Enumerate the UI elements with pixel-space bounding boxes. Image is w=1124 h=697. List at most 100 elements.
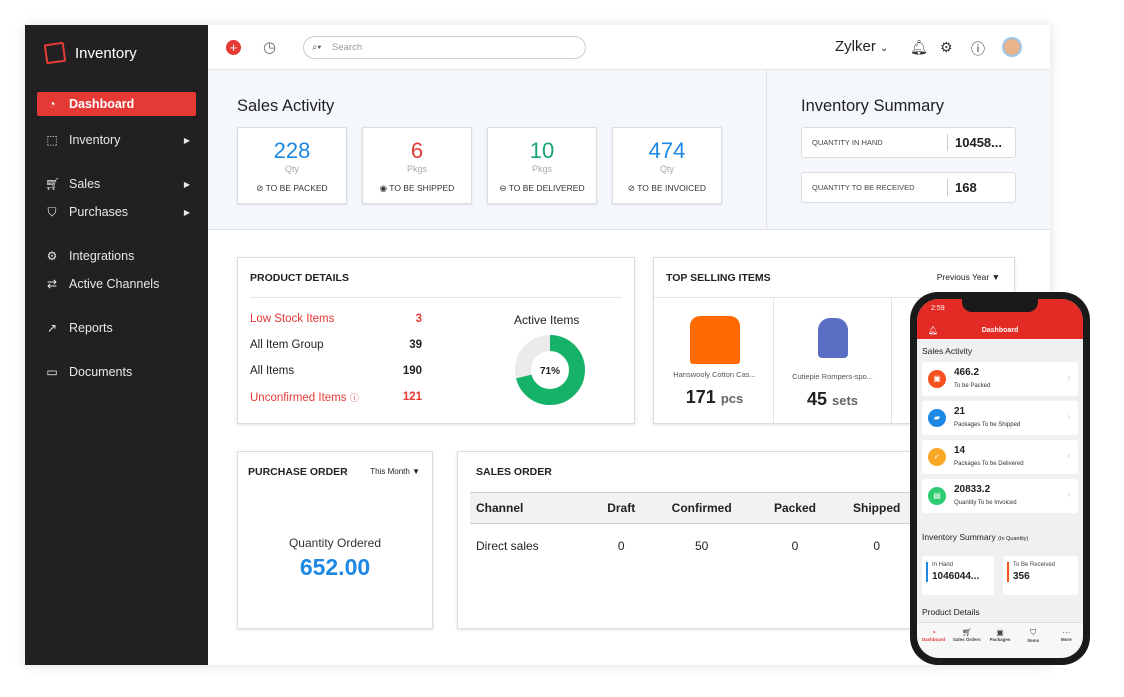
value: 168 xyxy=(947,179,977,196)
value: 14 xyxy=(954,445,966,456)
mobile-header: 2:59 🔔︎ Dashboard xyxy=(917,299,1083,339)
label: Low Stock Items xyxy=(250,313,335,325)
value: 20833.2 xyxy=(954,484,991,495)
app-name: Inventory xyxy=(75,44,137,62)
tab-label: More xyxy=(1061,637,1072,642)
column-header: Draft xyxy=(595,492,647,524)
sidebar-item-documents[interactable]: ▭ Documents xyxy=(37,360,196,384)
label: In Hand xyxy=(932,562,954,568)
sales-activity-title: Sales Activity xyxy=(237,97,335,115)
label: To be Packed xyxy=(954,383,991,389)
label: TO BE DELIVERED xyxy=(508,183,585,193)
package-icon: ▣ xyxy=(996,628,1004,637)
sidebar-item-reports[interactable]: ↗ Reports xyxy=(37,316,196,340)
tab-sales-orders[interactable]: 🛒︎ Sales Orders xyxy=(950,623,983,658)
mobile-card-packed[interactable]: ▣ 466.2 To be Packed › xyxy=(922,362,1078,396)
expand-arrow-icon: ▶ xyxy=(183,179,190,189)
cell: 0 xyxy=(617,538,625,553)
sidebar-item-dashboard[interactable]: ◔ Dashboard xyxy=(37,92,196,116)
notch xyxy=(962,299,1038,312)
gear-icon[interactable]: ⚙ xyxy=(940,39,953,56)
label: Active Channels xyxy=(69,277,160,291)
panel-title: SALES ORDER xyxy=(476,466,552,478)
label: To Be Received xyxy=(1013,562,1056,568)
chevron-down-icon: ⌄ xyxy=(880,43,889,54)
tab-label: Packages xyxy=(989,637,1011,642)
divider xyxy=(250,297,622,298)
tab-more[interactable]: ··· More xyxy=(1050,623,1083,658)
all-items-row[interactable]: All Items 190 xyxy=(250,365,422,377)
mobile-to-be-received: To Be Received 356 xyxy=(1003,556,1078,595)
sidebar: Inventory ◔ Dashboard ⬚ Inventory ▶ 🛒︎ Sales… xyxy=(25,25,208,665)
tab-dashboard[interactable]: ◔ Dashboard xyxy=(917,623,950,658)
top-item[interactable]: Hanswooly Cotton Cas... 171 pcs xyxy=(656,298,774,423)
summary-band: Sales Activity 228 Qty ⊘ TO BE PACKED 6 Pkg… xyxy=(208,70,1050,230)
cell: 0 xyxy=(873,538,881,553)
sidebar-item-active-channels[interactable]: ⇄ Active Channels xyxy=(37,272,196,296)
period-dropdown[interactable]: Previous Year ▼ xyxy=(937,272,1000,282)
search-input[interactable]: ⌕▾ Search xyxy=(303,36,586,59)
mobile-title: Dashboard xyxy=(981,327,1019,334)
item-group-row[interactable]: All Item Group 39 xyxy=(250,339,422,351)
table-row[interactable]: Direct sales 0 50 0 0 xyxy=(470,524,920,568)
history-icon[interactable]: ◷ xyxy=(263,38,276,56)
label: All Item Group xyxy=(250,339,324,351)
item-name: Cutiepie Rompers-spo... xyxy=(792,372,873,381)
invoice-icon: ⊘ xyxy=(627,183,638,193)
label: TO BE INVOICED xyxy=(637,183,707,193)
mobile-card-delivered[interactable]: ✓ 14 Packages To be Delivered › xyxy=(922,440,1078,474)
tab-items[interactable]: ⛉ Items xyxy=(1017,623,1050,658)
column-header: Shipped xyxy=(833,492,920,524)
org-switcher[interactable]: Zylker ⌄ xyxy=(835,38,888,55)
item-image xyxy=(689,316,740,364)
value: 356 xyxy=(1013,571,1030,582)
bell-icon[interactable]: 🔔︎ xyxy=(910,39,928,56)
item-unit: pcs xyxy=(720,391,744,406)
mobile-product-title: Product Details xyxy=(922,607,980,617)
sidebar-item-sales[interactable]: 🛒︎ Sales ▶ xyxy=(37,172,196,196)
label: All Items xyxy=(250,365,295,377)
chevron-right-icon: › xyxy=(1067,490,1070,499)
mobile-phone: 2:59 🔔︎ Dashboard Sales Activity ▣ 466.2 T… xyxy=(910,292,1090,665)
app-window: Inventory ◔ Dashboard ⬚ Inventory ▶ 🛒︎ Sales… xyxy=(25,25,1050,665)
value: 466.2 xyxy=(954,367,980,378)
card-to-be-invoiced[interactable]: 474 Qty ⊘ TO BE INVOICED xyxy=(612,127,722,204)
item-image xyxy=(817,318,848,358)
sales-order-panel: SALES ORDER Channel Draft Confirmed Packed S… xyxy=(457,451,937,629)
item-qty: 171 xyxy=(685,387,716,407)
low-stock-items-row[interactable]: Low Stock Items 3 xyxy=(250,313,422,325)
mobile-screen: 2:59 🔔︎ Dashboard Sales Activity ▣ 466.2 T… xyxy=(917,299,1083,658)
expand-arrow-icon: ▶ xyxy=(183,135,190,145)
sidebar-item-integrations[interactable]: ⚙ Integrations xyxy=(37,244,196,268)
unit: Pkgs xyxy=(531,164,552,174)
cell: Direct sales xyxy=(476,538,539,553)
cart-icon: 🛒︎ xyxy=(961,628,972,637)
unconfirmed-items-row[interactable]: Unconfirmed Items ⓘ 121 xyxy=(250,391,422,404)
value: 228 xyxy=(273,138,311,163)
avatar[interactable] xyxy=(1002,37,1022,57)
top-item[interactable]: Cutiepie Rompers-spo... 45 sets xyxy=(774,298,892,423)
card-to-be-shipped[interactable]: 6 Pkgs ◉ TO BE SHIPPED xyxy=(362,127,472,204)
value: 10458... xyxy=(947,134,1002,151)
add-new-button[interactable]: + xyxy=(226,40,241,55)
mobile-card-invoiced[interactable]: ▤ 20833.2 Quantity To be Invoiced › xyxy=(922,479,1078,513)
tab-packages[interactable]: ▣ Packages xyxy=(983,623,1016,658)
card-to-be-packed[interactable]: 228 Qty ⊘ TO BE PACKED xyxy=(237,127,347,204)
label: Integrations xyxy=(69,249,135,263)
sidebar-item-inventory[interactable]: ⬚ Inventory ▶ xyxy=(37,128,196,152)
status-time: 2:59 xyxy=(931,305,945,312)
help-icon[interactable]: ⓘ xyxy=(971,39,985,59)
mobile-card-shipped[interactable]: ▰ 21 Packages To be Shipped › xyxy=(922,401,1078,435)
label: TO BE PACKED xyxy=(265,183,328,193)
mobile-inventory-title: Inventory Summary xyxy=(922,532,996,542)
value: 1046044... xyxy=(932,571,980,582)
unit: Qty xyxy=(284,164,299,174)
sidebar-item-purchases[interactable]: ⛉ Purchases ▶ xyxy=(37,200,196,224)
panel-title: PURCHASE ORDER xyxy=(248,466,348,478)
label: Unconfirmed Items xyxy=(250,392,347,404)
table-header: Channel Draft Confirmed Packed Shipped xyxy=(470,492,920,524)
card-to-be-delivered[interactable]: 10 Pkgs ⊖ TO BE DELIVERED xyxy=(487,127,597,204)
chevron-right-icon: › xyxy=(1067,451,1070,460)
period-dropdown[interactable]: This Month ▼ xyxy=(370,467,420,476)
column-header: Channel xyxy=(470,492,596,524)
